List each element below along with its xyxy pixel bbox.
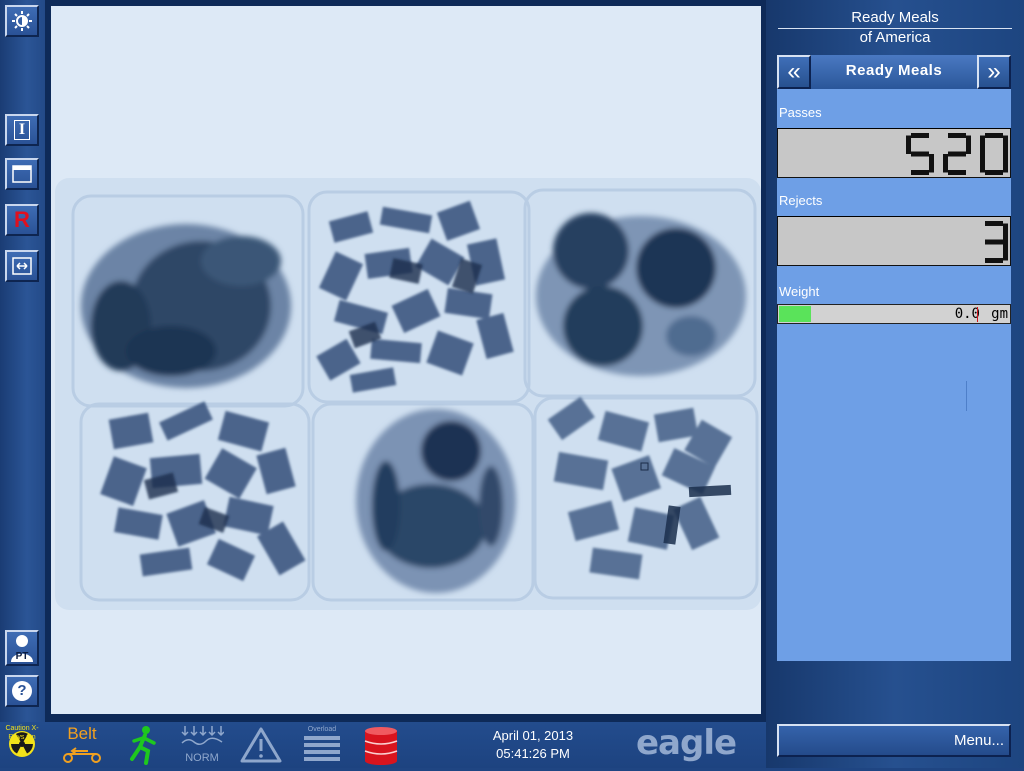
weight-bar-fill (779, 306, 812, 322)
brand-line2: of America (859, 29, 931, 46)
passes-label: Passes (779, 105, 822, 120)
warning-triangle-icon (240, 727, 282, 763)
xray-image[interactable] (51, 6, 761, 714)
running-indicator (126, 725, 162, 770)
digit-segment (943, 154, 948, 173)
xray-caution-indicator: Caution X-Rays On (4, 724, 40, 771)
digit-segment (911, 133, 929, 138)
window-button[interactable] (5, 158, 39, 190)
warning-indicator (240, 726, 282, 769)
brightness-icon (12, 11, 32, 31)
digit-segment (1003, 135, 1008, 154)
brand-line1: Ready Meals (851, 9, 939, 26)
database-indicator[interactable] (362, 725, 400, 770)
digit-segment (1003, 223, 1008, 242)
product-name: Ready Meals (845, 62, 943, 79)
digit-segment (948, 151, 966, 157)
belt-indicator: Belt (58, 724, 106, 769)
digit-segment (948, 133, 966, 138)
info-icon: I (13, 120, 31, 140)
window-icon (12, 165, 32, 183)
digit-segment (980, 135, 985, 154)
running-person-icon (130, 726, 156, 765)
belt-direction-icon (63, 747, 101, 763)
xray-viewport[interactable] (45, 0, 766, 722)
fit-button[interactable] (5, 250, 39, 282)
current-time: 05:41:26 PM (496, 746, 570, 761)
status-bar: Caution X-Rays On Belt NORM Overload Apr… (0, 722, 766, 768)
digit-segment (906, 135, 911, 154)
user-initials: PT (15, 651, 29, 662)
overload-indicator: Overload (302, 725, 342, 771)
digit-segment (1003, 154, 1008, 173)
rejects-label: Rejects (779, 193, 823, 208)
digit-segment (911, 170, 929, 175)
digit (980, 133, 1008, 175)
double-chevron-right-icon: » (987, 58, 1001, 85)
database-icon (364, 727, 398, 765)
passes-value-display (906, 133, 1008, 175)
double-chevron-left-icon: « (787, 58, 801, 85)
help-button[interactable]: ? (5, 675, 39, 707)
fit-icon (12, 257, 32, 275)
digit (985, 221, 1008, 263)
datetime-display: April 01, 2013 05:41:26 PM (470, 727, 596, 763)
digit-segment (985, 221, 1003, 226)
rejects-value-display (985, 221, 1008, 263)
help-icon: ? (12, 681, 32, 701)
eagle-logo: eagle (636, 723, 737, 763)
digit-segment (966, 135, 971, 154)
caution-text: Caution X-Rays On (5, 725, 39, 741)
weight-bar: 0.0 gm (777, 304, 1011, 324)
menu-button[interactable]: Menu... (777, 724, 1011, 757)
digit-segment (911, 151, 929, 157)
passes-counter (777, 128, 1011, 178)
norm-indicator: NORM (180, 725, 225, 764)
current-date: April 01, 2013 (492, 728, 574, 743)
previous-product-button[interactable]: « (777, 55, 811, 89)
digit-segment (1003, 242, 1008, 261)
left-toolbar: I R PT ? (0, 0, 45, 722)
digit-segment (929, 154, 934, 173)
belt-label: Belt (67, 724, 97, 743)
user-button[interactable]: PT (5, 630, 39, 666)
digit-segment (980, 154, 985, 173)
reject-icon: R (14, 207, 30, 232)
overload-label: Overload (307, 726, 337, 733)
weight-unit: gm (991, 306, 1008, 322)
rejects-counter (777, 216, 1011, 266)
info-button[interactable]: I (5, 114, 39, 146)
digit (943, 133, 971, 175)
right-panel: Ready Meals of America « Ready Meals » P… (766, 0, 1024, 768)
weight-indicator-line (966, 381, 967, 411)
digit-segment (985, 239, 1003, 245)
overload-icon (304, 736, 340, 761)
digit (906, 133, 934, 175)
eagle-logo-text: eagle (636, 723, 737, 763)
digit-segment (985, 170, 1003, 175)
weight-threshold-marker (977, 307, 978, 322)
weight-label: Weight (779, 284, 820, 299)
norm-label: NORM (185, 752, 219, 764)
stats-panel: Passes Rejects Weight 0.0 gm (777, 89, 1011, 661)
next-product-button[interactable]: » (977, 55, 1011, 89)
digit-segment (985, 258, 1003, 263)
xray-scan-image (51, 6, 761, 714)
digit-segment (985, 133, 1003, 138)
digit-segment (948, 170, 966, 175)
reject-button[interactable]: R (5, 204, 39, 236)
norm-arrows-icon (181, 726, 225, 745)
brightness-button[interactable] (5, 5, 39, 37)
product-selector: « Ready Meals » (777, 55, 1011, 89)
